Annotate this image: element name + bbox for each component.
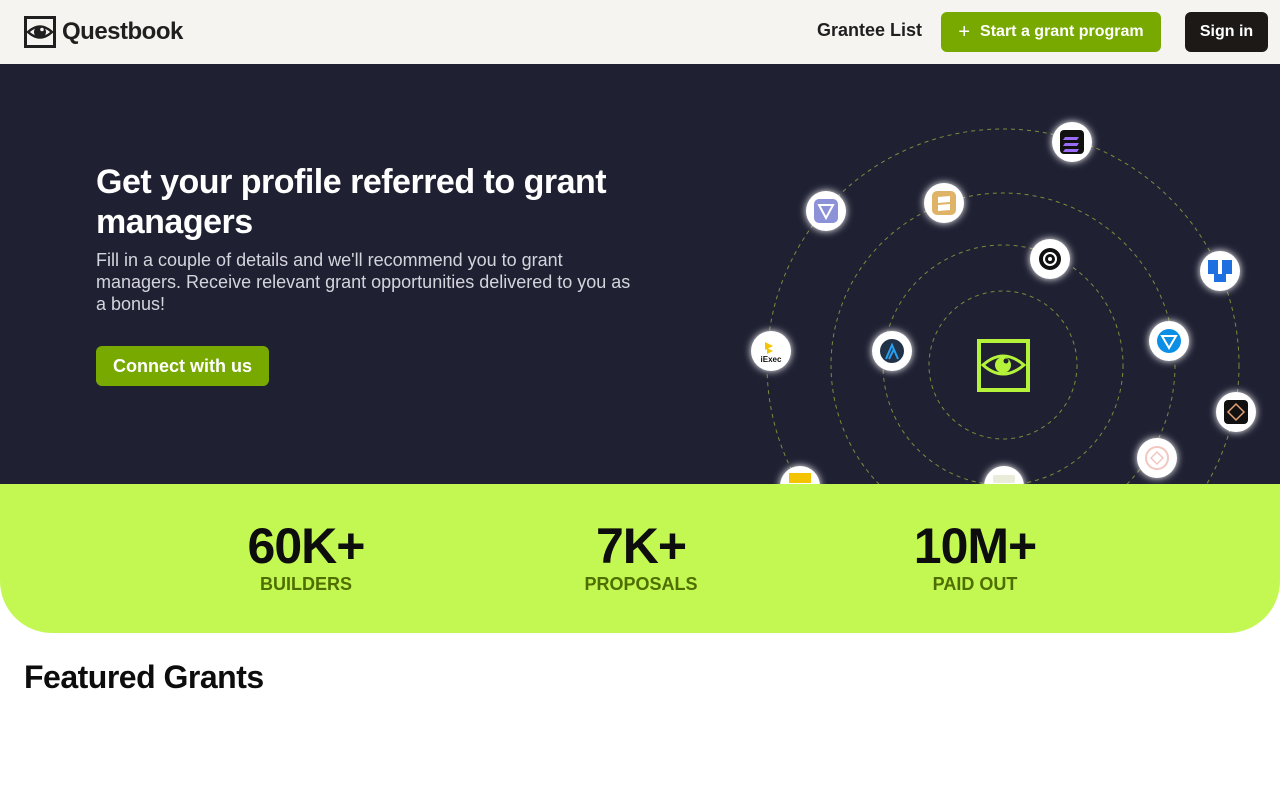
- plus-icon: +: [958, 21, 971, 43]
- stat-builders: 60K+ BUILDERS: [186, 516, 426, 596]
- top-navbar: Questbook Grantee List + Start a grant p…: [0, 0, 1280, 64]
- pillar-icon: [1200, 251, 1240, 291]
- hero-subtitle: Fill in a couple of details and we'll re…: [96, 250, 631, 314]
- stat-label: PROPOSALS: [584, 574, 698, 594]
- eye-logo-icon: [24, 16, 56, 48]
- stat-value: 7K+: [595, 518, 687, 574]
- grantee-list-link[interactable]: Grantee List: [817, 20, 922, 41]
- polygon-icon: [1137, 438, 1177, 478]
- start-grant-program-label: Start a grant program: [980, 23, 1144, 40]
- hero-title: Get your profile referred to grant manag…: [96, 163, 607, 241]
- start-grant-program-button[interactable]: + Start a grant program: [941, 12, 1161, 52]
- featured-grants-heading: Featured Grants: [24, 659, 264, 695]
- sign-in-button[interactable]: Sign in: [1185, 12, 1268, 52]
- stat-value: 10M+: [913, 518, 1037, 574]
- stat-value: 60K+: [247, 518, 366, 574]
- stat-label: BUILDERS: [259, 574, 352, 594]
- logo-text: Questbook: [62, 18, 183, 45]
- stats-band: 60K+ BUILDERS 7K+ PROPOSALS 10M+ PAID OU…: [0, 484, 1280, 633]
- stat-paid-out: 10M+ PAID OUT: [855, 516, 1095, 596]
- stat-proposals: 7K+ PROPOSALS: [521, 516, 761, 596]
- hero-section: iExec Get your profile referred to grant…: [0, 64, 1280, 484]
- questbook-logo[interactable]: Questbook: [24, 16, 183, 48]
- connect-with-us-button[interactable]: Connect with us: [96, 346, 269, 386]
- questbook-eye-icon: [977, 339, 1030, 392]
- orbit-rings: [766, 128, 1240, 484]
- stat-label: PAID OUT: [932, 574, 1018, 594]
- iexec-label: iExec: [761, 355, 782, 364]
